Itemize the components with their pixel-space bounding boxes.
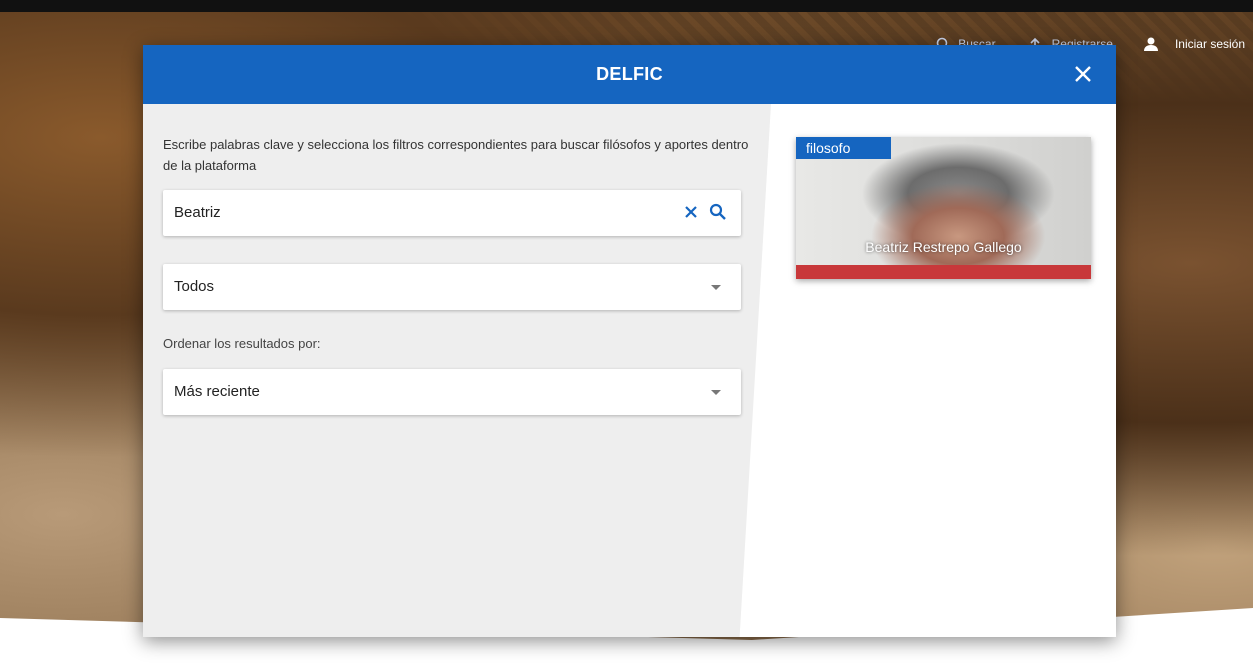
chevron-down-icon bbox=[711, 390, 721, 395]
chevron-down-icon bbox=[711, 285, 721, 290]
search-actions bbox=[683, 203, 727, 221]
order-select[interactable]: Más reciente bbox=[163, 369, 741, 415]
result-category-badge: filosofo bbox=[796, 137, 891, 159]
clear-icon[interactable] bbox=[683, 204, 699, 220]
results-panel: filosofo Beatriz Restrepo Gallego bbox=[771, 104, 1116, 637]
user-icon bbox=[1143, 37, 1158, 51]
search-icon[interactable] bbox=[709, 203, 727, 221]
order-selected-value: Más reciente bbox=[174, 383, 260, 400]
close-icon bbox=[1075, 66, 1091, 82]
card-image-detail bbox=[796, 265, 1091, 279]
search-field[interactable]: Beatriz bbox=[163, 190, 741, 236]
search-panel: Escribe palabras clave y selecciona los … bbox=[143, 104, 771, 637]
modal-title: DELFIC bbox=[596, 64, 663, 84]
close-button[interactable] bbox=[1070, 61, 1096, 87]
nav-login-label: Iniciar sesión bbox=[1174, 37, 1245, 51]
filter-selected-value: Todos bbox=[174, 278, 215, 295]
filter-select[interactable]: Todos bbox=[163, 264, 741, 310]
order-label: Ordenar los resultados por: bbox=[163, 336, 321, 351]
nav-login[interactable]: Iniciar sesión bbox=[1143, 36, 1245, 52]
search-instructions: Escribe palabras clave y selecciona los … bbox=[163, 137, 749, 173]
search-modal: DELFIC Escribe palabras clave y seleccio… bbox=[143, 45, 1116, 637]
result-card[interactable]: filosofo Beatriz Restrepo Gallego bbox=[796, 137, 1091, 279]
top-black-bar bbox=[0, 0, 1253, 12]
search-input[interactable]: Beatriz bbox=[174, 190, 221, 236]
result-name: Beatriz Restrepo Gallego bbox=[865, 239, 1022, 255]
modal-header: DELFIC bbox=[143, 45, 1116, 104]
